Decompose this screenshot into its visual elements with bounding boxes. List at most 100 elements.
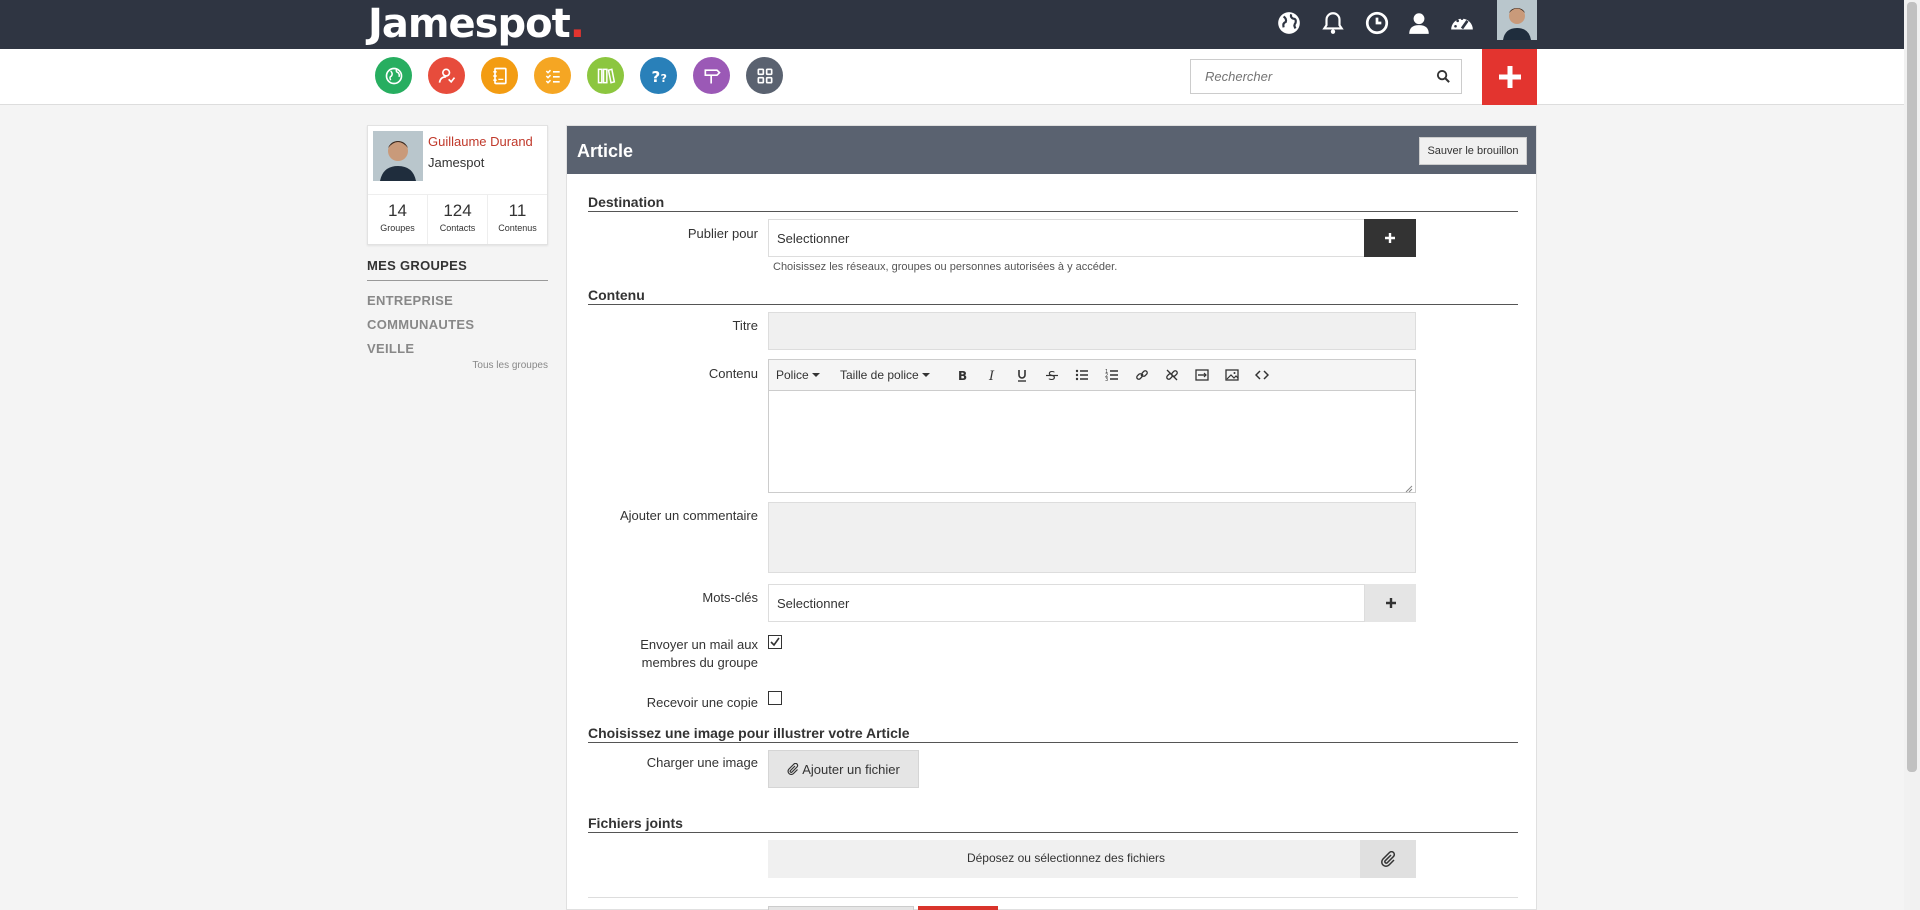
app-bar: ?? xyxy=(0,49,1904,105)
secondary-action-button[interactable] xyxy=(768,906,914,910)
save-draft-button[interactable]: Sauver le brouillon xyxy=(1419,137,1527,165)
profile-stats: 14 Groupes 124 Contacts 11 Contenus xyxy=(368,194,547,244)
numbered-list-icon[interactable]: 123 xyxy=(1103,365,1121,385)
publish-help-text: Choisissez les réseaux, groupes ou perso… xyxy=(773,261,1118,273)
svg-text:3: 3 xyxy=(1105,377,1108,382)
strikethrough-icon[interactable]: S xyxy=(1043,365,1061,385)
page-scrollbar[interactable] xyxy=(1904,0,1920,910)
underline-icon[interactable] xyxy=(1013,365,1031,385)
dashboard-icon[interactable] xyxy=(1449,10,1475,36)
paperclip-icon xyxy=(1381,851,1396,867)
user-avatar[interactable] xyxy=(1497,0,1537,40)
plus-icon xyxy=(1498,66,1521,88)
create-button[interactable] xyxy=(1482,49,1537,105)
title-label: Titre xyxy=(732,318,758,333)
group-link-entreprise[interactable]: ENTREPRISE xyxy=(367,293,453,308)
italic-icon[interactable]: I xyxy=(983,365,1001,385)
section-files: Fichiers joints xyxy=(588,815,1518,833)
scrollbar-thumb[interactable] xyxy=(1907,2,1917,772)
keywords-select[interactable]: Selectionner xyxy=(768,584,1416,622)
profile-avatar[interactable] xyxy=(373,131,423,181)
stat-contents[interactable]: 11 Contenus xyxy=(488,195,547,244)
drop-zone-text: Déposez ou sélectionnez des fichiers xyxy=(966,851,1166,865)
contacts-app-icon[interactable] xyxy=(428,57,465,94)
svg-text:?: ? xyxy=(660,71,666,84)
title-input[interactable] xyxy=(768,312,1416,350)
comment-input[interactable] xyxy=(768,502,1416,573)
publish-for-value: Selectionner xyxy=(777,231,850,246)
profile-card: Guillaume Durand Jamespot 14 Groupes 124… xyxy=(367,125,548,245)
group-link-veille[interactable]: VEILLE xyxy=(367,341,414,356)
bell-icon[interactable] xyxy=(1320,10,1346,36)
panel-header: Article Sauver le brouillon xyxy=(567,126,1536,174)
publish-add-button[interactable] xyxy=(1364,219,1416,257)
add-file-button[interactable]: Ajouter un fichier xyxy=(768,750,919,788)
content-label: Contenu xyxy=(708,366,758,381)
file-drop-zone[interactable]: Déposez ou sélectionnez des fichiers xyxy=(768,840,1416,878)
apps-grid-icon[interactable] xyxy=(746,57,783,94)
panel-title: Article xyxy=(577,141,634,161)
bold-icon[interactable]: B xyxy=(953,365,971,385)
keywords-label: Mots-clés xyxy=(702,590,758,605)
caret-down-icon xyxy=(921,373,930,377)
tasks-app-icon[interactable] xyxy=(534,57,571,94)
rich-text-editor: Police Taille de police B I S 123 xyxy=(768,359,1416,493)
unlink-icon[interactable] xyxy=(1163,365,1181,385)
faq-app-icon[interactable]: ?? xyxy=(640,57,677,94)
search-box xyxy=(1190,59,1462,94)
resize-grip-icon[interactable] xyxy=(1404,481,1413,493)
link-icon[interactable] xyxy=(1133,365,1151,385)
publish-for-select[interactable]: Selectionner xyxy=(768,219,1416,257)
keywords-value: Selectionner xyxy=(777,596,850,611)
svg-text:?: ? xyxy=(651,67,660,85)
search-icon[interactable] xyxy=(1436,69,1451,84)
jamespot-logo[interactable]: Jamespot. xyxy=(368,4,585,44)
user-icon[interactable] xyxy=(1406,10,1432,36)
section-destination: Destination xyxy=(588,194,1518,212)
receive-copy-checkbox[interactable] xyxy=(768,691,782,705)
receive-copy-label: Recevoir une copie xyxy=(646,695,758,710)
plus-icon xyxy=(1385,233,1395,243)
editor-content-area[interactable] xyxy=(769,391,1415,492)
section-image: Choisissez une image pour illustrer votr… xyxy=(588,725,1518,743)
section-content: Contenu xyxy=(588,287,1518,305)
profile-name[interactable]: Guillaume Durand xyxy=(428,134,533,149)
send-mail-label: Envoyer un mail aux membres du groupe xyxy=(640,637,758,670)
stat-contacts[interactable]: 124 Contacts xyxy=(428,195,488,244)
group-link-communautes[interactable]: COMMUNAUTES xyxy=(367,317,474,332)
signpost-app-icon[interactable] xyxy=(693,57,730,94)
caret-down-icon xyxy=(811,373,820,377)
notebook-app-icon[interactable] xyxy=(481,57,518,94)
my-groups-title: MES GROUPES xyxy=(367,258,548,281)
font-dropdown[interactable]: Police xyxy=(776,365,820,385)
top-bar: Jamespot. xyxy=(0,0,1904,49)
paperclip-icon xyxy=(787,763,799,775)
all-groups-link[interactable]: Tous les groupes xyxy=(367,360,548,371)
image-icon[interactable] xyxy=(1223,365,1241,385)
checkmark-icon xyxy=(770,637,780,647)
svg-text:I: I xyxy=(988,369,995,382)
publish-button[interactable] xyxy=(918,906,998,910)
comment-label: Ajouter un commentaire xyxy=(619,508,758,523)
search-input[interactable] xyxy=(1191,60,1421,93)
editor-toolbar: Police Taille de police B I S 123 xyxy=(769,360,1415,391)
font-size-dropdown[interactable]: Taille de police xyxy=(840,365,930,385)
clock-icon[interactable] xyxy=(1364,10,1390,36)
publish-for-label: Publier pour xyxy=(687,226,758,241)
form-divider xyxy=(588,897,1518,898)
bullet-list-icon[interactable] xyxy=(1073,365,1091,385)
stat-groups[interactable]: 14 Groupes xyxy=(368,195,428,244)
keywords-add-button[interactable] xyxy=(1364,584,1416,622)
svg-text:B: B xyxy=(958,369,967,382)
code-icon[interactable] xyxy=(1253,365,1271,385)
horizontal-rule-icon[interactable] xyxy=(1193,365,1211,385)
library-app-icon[interactable] xyxy=(587,57,624,94)
plus-icon xyxy=(1385,598,1396,608)
globe-app-icon[interactable] xyxy=(375,57,412,94)
upload-image-label: Charger une image xyxy=(646,755,758,770)
send-mail-checkbox[interactable] xyxy=(768,635,782,649)
article-form-panel: Article Sauver le brouillon Destination … xyxy=(566,125,1537,910)
profile-company: Jamespot xyxy=(428,155,485,170)
globe-icon[interactable] xyxy=(1276,10,1302,36)
attach-files-button[interactable] xyxy=(1360,840,1416,878)
